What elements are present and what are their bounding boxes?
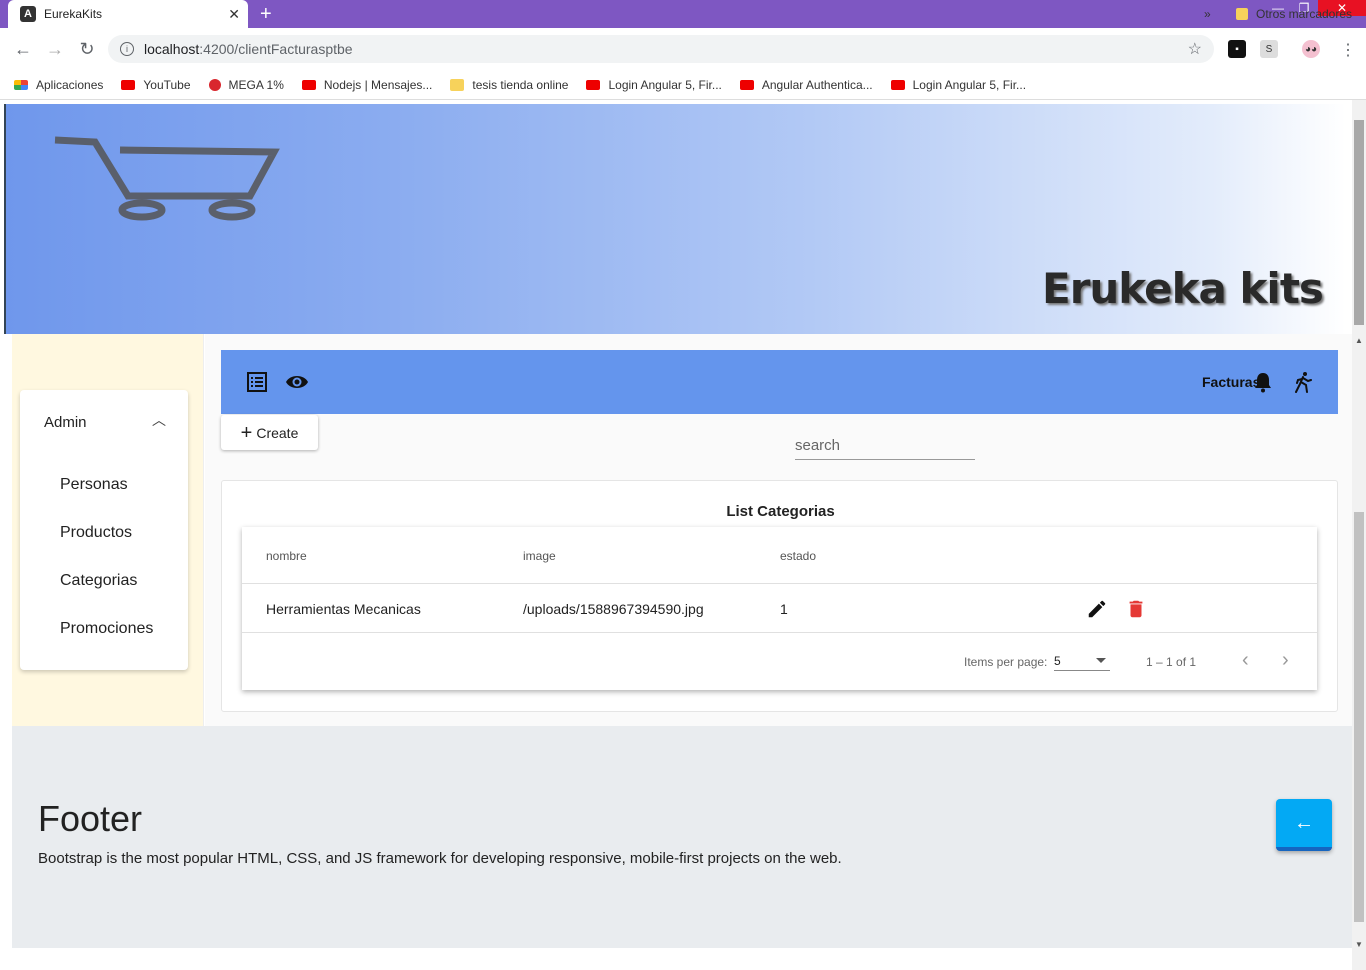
list-icon[interactable]	[245, 370, 269, 394]
back-arrow-icon[interactable]: ←	[12, 38, 34, 60]
dropdown-caret-icon	[1096, 658, 1106, 663]
new-tab-button[interactable]: +	[260, 3, 272, 26]
forward-arrow-icon[interactable]: →	[44, 38, 66, 60]
items-per-page-select[interactable]: 5	[1054, 651, 1110, 671]
bookmark-star-icon[interactable]: ☆	[1188, 39, 1202, 59]
brand-title: Erukeka kits	[1042, 264, 1324, 313]
url-bar[interactable]: i localhost:4200/clientFacturasptbe ☆	[108, 35, 1214, 63]
bookmark-item[interactable]: YouTube	[121, 77, 191, 92]
panel-title: List Categorias	[726, 503, 835, 520]
bookmark-item[interactable]: tesis tienda online	[450, 78, 568, 92]
create-button[interactable]: + Create	[221, 415, 318, 450]
youtube-icon	[301, 79, 316, 90]
bookmarks-bar: Aplicaciones YouTube MEGA 1% Nodejs | Mensa…	[0, 70, 1366, 100]
search-input[interactable]	[795, 432, 975, 460]
youtube-icon	[586, 79, 601, 90]
bookmark-item[interactable]: Angular Authentica...	[739, 77, 873, 92]
sidebar-item-personas[interactable]: Personas	[60, 476, 128, 494]
row-divider	[242, 632, 1317, 633]
youtube-icon	[890, 79, 905, 90]
other-bookmarks-label: Otros marcadores	[1256, 7, 1353, 21]
url-text[interactable]: localhost:4200/clientFacturasptbe	[144, 41, 1188, 57]
bookmarks-overflow-button[interactable]: »	[1204, 7, 1211, 21]
browser-addressbar: ← → ↻ i localhost:4200/clientFacturasptb…	[0, 28, 1366, 70]
bookmark-label: MEGA 1%	[228, 77, 284, 92]
info-icon[interactable]: i	[120, 42, 134, 56]
edit-pencil-icon[interactable]	[1086, 598, 1108, 620]
scroll-down-icon[interactable]: ▼	[1355, 940, 1363, 949]
bookmark-item[interactable]: Nodejs | Mensajes...	[301, 77, 433, 92]
categories-table: nombre image estado Herramientas Mecanic…	[242, 527, 1317, 690]
sidebar: Admin ︿ Personas Productos Categorias Pr…	[12, 334, 204, 726]
close-tab-icon[interactable]: ✕	[228, 6, 240, 23]
bookmark-label: Login Angular 5, Fir...	[608, 77, 722, 92]
bookmark-label: Login Angular 5, Fir...	[912, 77, 1027, 92]
pagination-range: 1 – 1 of 1	[1146, 655, 1197, 669]
cell-nombre: Herramientas Mecanicas	[266, 601, 421, 617]
bookmark-label: Nodejs | Mensajes...	[323, 77, 433, 92]
eye-icon[interactable]	[285, 370, 309, 394]
folder-icon	[1236, 8, 1248, 20]
bookmark-label: YouTube	[143, 77, 191, 92]
browser-tabbar: A EurekaKits ✕ + — ❐ ✕	[0, 0, 1366, 28]
scroll-up-icon[interactable]: ▲	[1355, 336, 1363, 345]
hero-banner: Erukeka kits	[4, 104, 1346, 334]
column-header-image[interactable]: image	[523, 549, 556, 563]
scrollbar-track-upper[interactable]	[1354, 120, 1364, 325]
delete-trash-icon[interactable]	[1125, 598, 1147, 620]
browser-tab[interactable]: A EurekaKits ✕	[8, 0, 248, 28]
footer-title: Footer	[38, 798, 143, 839]
bookmark-item[interactable]: Aplicaciones	[14, 78, 103, 92]
footer: Footer Bootstrap is the most popular HTM…	[12, 726, 1352, 948]
admin-menu-header[interactable]: Admin	[44, 414, 87, 431]
footer-text: Bootstrap is the most popular HTML, CSS,…	[38, 850, 842, 867]
sidebar-item-categorias[interactable]: Categorias	[60, 572, 137, 590]
column-header-estado[interactable]: estado	[780, 549, 816, 563]
angular-icon: A	[20, 6, 36, 22]
bookmark-label: tesis tienda online	[472, 77, 569, 92]
scrollbar-thumb[interactable]	[1354, 512, 1364, 922]
page-scrollbar[interactable]: ▲ ▼	[1352, 100, 1366, 970]
create-label: Create	[256, 424, 299, 441]
tab-title: EurekaKits	[44, 7, 103, 21]
top-toolbar: Facturas	[221, 350, 1338, 414]
bookmark-item[interactable]: MEGA 1%	[208, 77, 284, 92]
other-bookmarks-folder[interactable]: Otros marcadores	[1236, 7, 1352, 21]
main-content: Facturas + Create List Categorias nombre…	[205, 334, 1352, 726]
bookmark-item[interactable]: Login Angular 5, Fir...	[890, 77, 1027, 92]
browser-menu-icon[interactable]: ⋮	[1340, 40, 1356, 60]
apps-grid-icon	[14, 79, 28, 90]
bell-icon[interactable]	[1251, 370, 1275, 394]
bookmark-label: Aplicaciones	[36, 77, 104, 92]
arrow-left-icon: ←	[1294, 811, 1314, 834]
plus-icon: +	[240, 421, 253, 444]
sidebar-item-productos[interactable]: Productos	[60, 524, 132, 542]
admin-menu: Admin ︿ Personas Productos Categorias Pr…	[20, 390, 188, 670]
shopping-cart-icon	[54, 136, 280, 221]
next-page-icon[interactable]: ›	[1282, 649, 1289, 672]
page: Erukeka kits Admin ︿ Personas Productos …	[0, 100, 1366, 970]
extension-icon[interactable]: ▪	[1228, 40, 1246, 58]
youtube-icon	[739, 79, 754, 90]
reload-icon[interactable]: ↻	[76, 38, 98, 60]
chevron-up-icon[interactable]: ︿	[152, 410, 166, 430]
back-arrow-button[interactable]: ←	[1276, 799, 1332, 851]
youtube-icon	[121, 79, 136, 90]
items-per-page-label: Items per page:	[964, 655, 1048, 669]
cell-estado: 1	[780, 601, 788, 617]
column-header-nombre[interactable]: nombre	[266, 549, 307, 563]
bookmark-item[interactable]: Login Angular 5, Fir...	[586, 77, 722, 92]
mega-icon	[208, 78, 221, 91]
items-per-page-value: 5	[1054, 653, 1061, 668]
extension-s-icon[interactable]: S	[1260, 40, 1278, 58]
folder-icon	[450, 78, 465, 91]
sidebar-item-promociones[interactable]: Promociones	[60, 620, 153, 638]
profile-avatar-icon[interactable]: ◕◕	[1302, 40, 1320, 58]
header-divider	[242, 583, 1317, 584]
cell-image: /uploads/1588967394590.jpg	[523, 601, 704, 617]
categories-panel: List Categorias nombre image estado Herr…	[221, 480, 1338, 712]
previous-page-icon[interactable]: ‹	[1242, 649, 1249, 672]
bookmark-label: Angular Authentica...	[761, 77, 873, 92]
exit-run-icon[interactable]	[1291, 370, 1315, 394]
